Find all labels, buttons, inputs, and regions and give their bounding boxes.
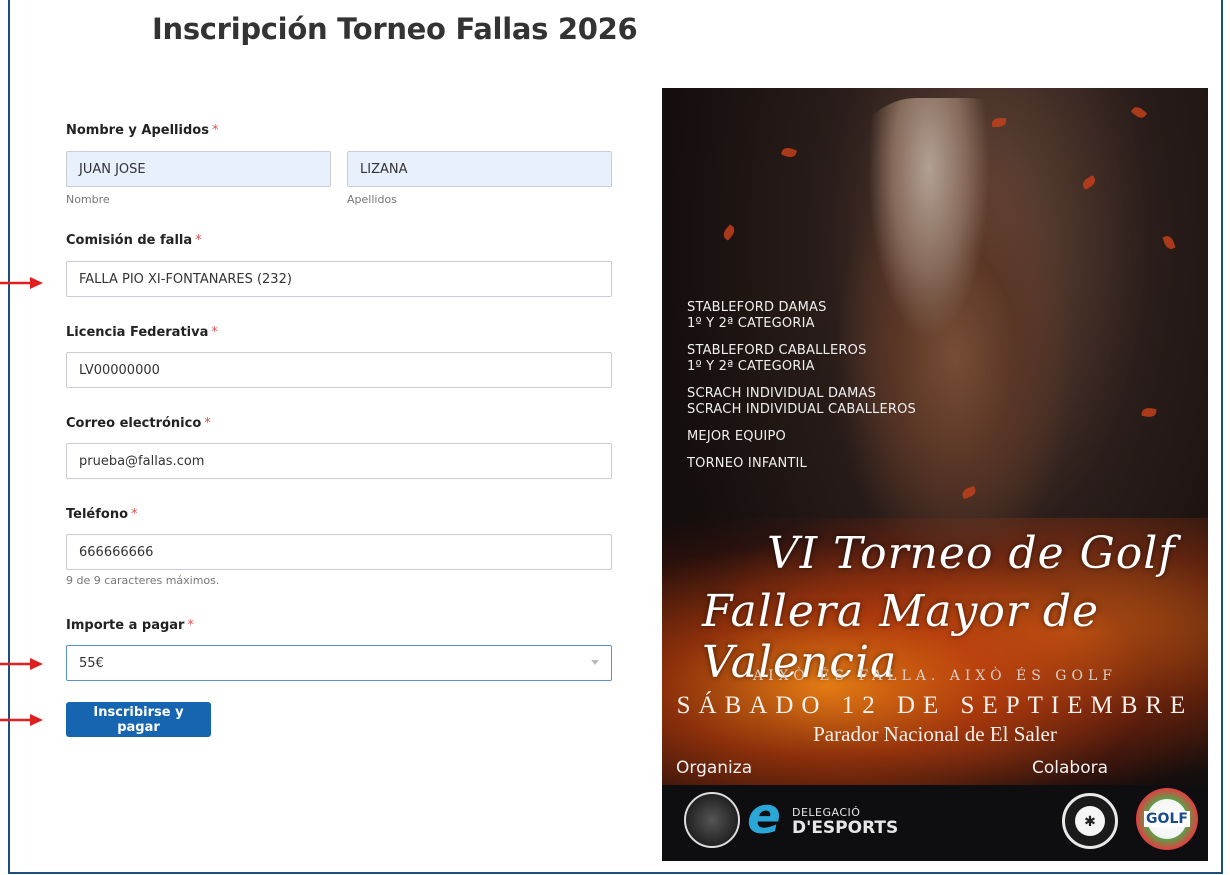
first-name-sublabel: Nombre <box>66 193 110 206</box>
parador-golf-badge-icon: ✱ <box>1062 793 1118 849</box>
last-name-input[interactable]: LIZANA <box>347 151 612 187</box>
name-label: Nombre y Apellidos * <box>66 123 219 138</box>
poster-script-title: VI Torneo de Golf <box>767 528 1176 579</box>
red-arrow-icon <box>0 658 43 670</box>
crest-logo-icon <box>684 792 740 848</box>
select-chevron-icon <box>591 660 599 665</box>
licence-label: Licencia Federativa * <box>66 325 218 340</box>
amount-select[interactable]: 55€ <box>66 645 612 681</box>
poster-organiza: Organiza <box>676 758 753 778</box>
poster-colabora: Colabora <box>1032 758 1109 778</box>
email-label: Correo electrónico * <box>66 416 211 431</box>
phone-label: Teléfono * <box>66 507 138 522</box>
sponsor-delegacio-line2: D'ESPORTS <box>792 818 899 838</box>
ligas-golf-badge-icon: GOLF <box>1136 788 1198 850</box>
falla-label: Comisión de falla * <box>66 233 202 248</box>
sponsor-band <box>662 785 1208 861</box>
category-item: TORNEO INFANTIL <box>687 456 807 471</box>
category-item: MEJOR EQUIPO <box>687 429 786 444</box>
first-name-input[interactable]: JUAN JOSE <box>66 151 331 187</box>
last-name-sublabel: Apellidos <box>347 193 397 206</box>
phone-char-counter: 9 de 9 caracteres máximos. <box>66 574 220 587</box>
poster-motto: AIXÒ ÉS FALLA. AIXÒ ÉS GOLF <box>753 668 1117 684</box>
poster-venue: Parador Nacional de El Saler <box>813 722 1057 746</box>
amount-label: Importe a pagar * <box>66 618 194 633</box>
required-mark: * <box>211 123 219 138</box>
submit-button[interactable]: Inscribirse y pagar <box>66 702 211 737</box>
falla-input[interactable]: FALLA PIO XI-FONTANARES (232) <box>66 261 612 297</box>
licence-input[interactable]: LV00000000 <box>66 352 612 388</box>
poster-date: SÁBADO 12 DE SEPTIEMBRE <box>676 692 1194 719</box>
category-item: SCRACH INDIVIDUAL DAMAS SCRACH INDIVIDUAL… <box>687 386 917 417</box>
red-arrow-icon <box>0 714 43 726</box>
red-arrow-icon <box>0 277 43 289</box>
category-item: STABLEFORD DAMAS 1º Y 2ª CATEGORIA <box>687 300 827 331</box>
poster-categories: STABLEFORD DAMAS 1º Y 2ª CATEGORIA STABLE… <box>687 300 916 483</box>
tournament-poster: STABLEFORD DAMAS 1º Y 2ª CATEGORIA STABLE… <box>662 88 1208 861</box>
page-title: Inscripción Torneo Fallas 2026 <box>152 12 638 46</box>
esports-logo-icon: e <box>747 787 781 845</box>
email-input[interactable]: prueba@fallas.com <box>66 443 612 479</box>
phone-input[interactable]: 666666666 <box>66 534 612 570</box>
category-item: STABLEFORD CABALLEROS 1º Y 2ª CATEGORIA <box>687 343 867 374</box>
